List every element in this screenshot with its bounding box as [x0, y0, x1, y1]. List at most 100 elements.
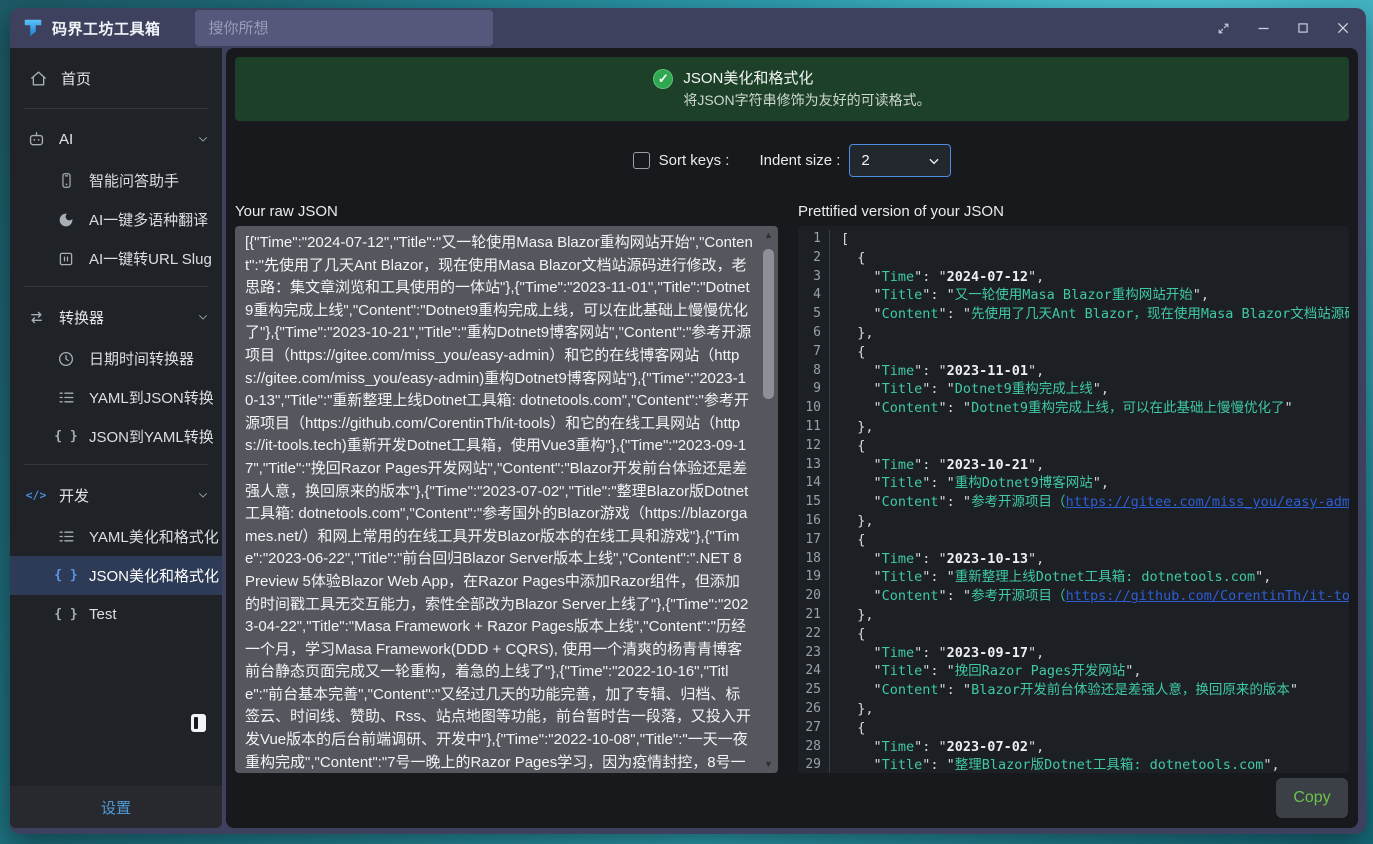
code-line: 5 "Content": "先使用了几天Ant Blazor，现在使用Masa …	[798, 305, 1349, 324]
vertical-scrollbar[interactable]: ▲ ▼	[762, 229, 775, 770]
code-line: 26 },	[798, 700, 1349, 719]
sidebar-group[interactable]: </> 开发	[10, 473, 222, 517]
line-number: 28	[798, 738, 830, 757]
code-line: 24 "Title": "挽回Razor Pages开发网站",	[798, 662, 1349, 681]
titlebar: 码界工坊工具箱	[10, 8, 1366, 48]
code-line: 20 "Content": "参考开源项目（https://github.com…	[798, 587, 1349, 606]
indent-size-select[interactable]: 2	[849, 144, 951, 177]
sidebar-group[interactable]: 转换器	[10, 295, 222, 339]
braces-icon: { }	[56, 607, 76, 622]
sidebar-item-label: Test	[89, 606, 117, 623]
code-line: 1[	[798, 230, 1349, 249]
sort-keys-label: Sort keys :	[659, 152, 730, 169]
minimize-icon[interactable]	[1254, 19, 1272, 37]
code-line: 8 "Time": "2023-11-01",	[798, 362, 1349, 381]
sort-keys-checkbox[interactable]	[633, 152, 650, 169]
desktop-background: 码界工坊工具箱 首页AI智能问答助手AI一键多语种翻译AI一键转URL S	[0, 0, 1373, 844]
line-number: 8	[798, 362, 830, 381]
sidebar-item[interactable]: { }JSON美化和格式化	[10, 556, 222, 595]
line-number: 20	[798, 587, 830, 606]
braces-icon: { }	[56, 429, 76, 444]
window-controls	[1214, 19, 1352, 37]
code-icon: </>	[26, 488, 46, 502]
search-input[interactable]	[195, 10, 493, 46]
collapse-sidebar-icon[interactable]	[191, 714, 206, 732]
line-number: 4	[798, 286, 830, 305]
sidebar: 首页 AI 智能问答助手 AI一键多语种翻译 AI一键转URL Slug 转换器日期时间转…	[10, 48, 222, 828]
settings-button[interactable]: 设置	[10, 786, 222, 828]
list-icon	[56, 388, 76, 407]
code-line: 21 },	[798, 606, 1349, 625]
sidebar-item[interactable]: YAML美化和格式化	[10, 517, 222, 556]
scrollbar-thumb[interactable]	[763, 249, 774, 399]
scroll-up-icon[interactable]: ▲	[762, 229, 775, 241]
sidebar-group-label: AI	[59, 131, 73, 148]
banner-subtitle: 将JSON字符串修饰为友好的可读格式。	[683, 90, 930, 111]
line-number: 14	[798, 474, 830, 493]
sidebar-item-label: AI一键多语种翻译	[89, 209, 208, 230]
code-line: 18 "Time": "2023-10-13",	[798, 550, 1349, 569]
line-number: 18	[798, 550, 830, 569]
chat-assistant-icon	[56, 171, 76, 190]
maximize-icon[interactable]	[1294, 19, 1312, 37]
chevron-down-icon[interactable]	[196, 310, 210, 324]
code-line: 4 "Title": "又一轮使用Masa Blazor重构网站开始",	[798, 286, 1349, 305]
code-line: 19 "Title": "重新整理上线Dotnet工具箱: dotnetools…	[798, 568, 1349, 587]
sidebar-item[interactable]: AI一键转URL Slug	[10, 239, 222, 278]
code-line: 15 "Content": "参考开源项目（https://gitee.com/…	[798, 493, 1349, 512]
robot-icon	[26, 130, 46, 149]
close-icon[interactable]	[1334, 19, 1352, 37]
chevron-down-icon[interactable]	[196, 488, 210, 502]
main-panel: ✓ JSON美化和格式化 将JSON字符串修饰为友好的可读格式。 Sort ke…	[226, 48, 1358, 828]
line-number: 2	[798, 249, 830, 268]
prettified-json-view[interactable]: 1[2 {3 "Time": "2024-07-12",4 "Title": "…	[798, 226, 1349, 773]
sidebar-item-label: YAML美化和格式化	[89, 526, 219, 547]
sidebar-item[interactable]: { } Test	[10, 595, 222, 634]
raw-json-textarea[interactable]: [{"Time":"2024-07-12","Title":"又一轮使用Masa…	[235, 226, 778, 773]
sidebar-item-label: JSON到YAML转换	[89, 426, 214, 447]
code-line: 9 "Title": "Dotnet9重构完成上线",	[798, 380, 1349, 399]
sidebar-item[interactable]: { } JSON到YAML转换	[10, 417, 222, 456]
sidebar-item-home[interactable]: 首页	[10, 56, 222, 100]
home-icon	[28, 69, 48, 88]
app-title: 码界工坊工具箱	[52, 18, 161, 39]
chevron-down-icon[interactable]	[196, 132, 210, 146]
sidebar-item-label: AI一键转URL Slug	[89, 248, 212, 269]
indent-size-value: 2	[861, 152, 869, 169]
line-number: 16	[798, 512, 830, 531]
copy-button[interactable]: Copy	[1276, 778, 1348, 818]
success-check-icon: ✓	[653, 69, 673, 89]
line-number: 1	[798, 230, 830, 249]
raw-json-content: [{"Time":"2024-07-12","Title":"又一轮使用Masa…	[245, 232, 754, 773]
line-number: 15	[798, 493, 830, 512]
line-number: 27	[798, 719, 830, 738]
indent-size-label: Indent size :	[759, 152, 840, 169]
code-line: 11 },	[798, 418, 1349, 437]
sidebar-group-label: 开发	[59, 485, 89, 506]
line-number: 24	[798, 662, 830, 681]
line-number: 25	[798, 681, 830, 700]
code-line: 12 {	[798, 437, 1349, 456]
sidebar-item[interactable]: 智能问答助手	[10, 161, 222, 200]
raw-json-label: Your raw JSON	[235, 202, 778, 226]
swap-icon	[26, 308, 46, 327]
code-line: 16 },	[798, 512, 1349, 531]
sidebar-item[interactable]: AI一键多语种翻译	[10, 200, 222, 239]
sidebar-item-label: 首页	[61, 68, 91, 89]
sidebar-separator	[24, 464, 208, 465]
clock-icon	[56, 350, 76, 368]
line-number: 29	[798, 756, 830, 773]
code-line: 25 "Content": "Blazor开发前台体验还是差强人意，换回原来的版…	[798, 681, 1349, 700]
sidebar-group-label: 转换器	[59, 307, 104, 328]
sidebar-item-label: 智能问答助手	[89, 170, 179, 191]
sidebar-item[interactable]: YAML到JSON转换	[10, 378, 222, 417]
raw-json-panel: Your raw JSON [{"Time":"2024-07-12","Tit…	[235, 202, 778, 773]
settings-label: 设置	[101, 797, 131, 818]
line-number: 22	[798, 625, 830, 644]
expand-icon[interactable]	[1214, 19, 1232, 37]
sidebar-item[interactable]: 日期时间转换器	[10, 339, 222, 378]
scroll-down-icon[interactable]: ▼	[762, 758, 775, 770]
sidebar-group[interactable]: AI	[10, 117, 222, 161]
code-line: 13 "Time": "2023-10-21",	[798, 456, 1349, 475]
line-number: 9	[798, 380, 830, 399]
